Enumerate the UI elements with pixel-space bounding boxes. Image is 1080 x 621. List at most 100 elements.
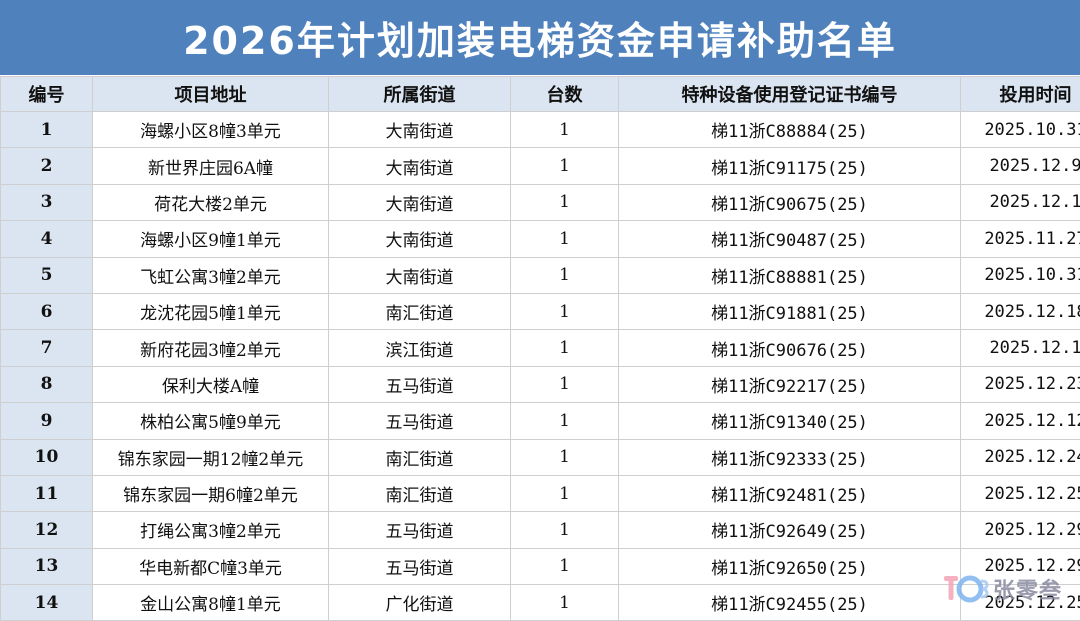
unit-count-cell: 1	[511, 112, 619, 148]
certificate-number-cell: 梯11浙C88881(25)	[619, 257, 961, 293]
certificate-number-cell: 梯11浙C92481(25)	[619, 475, 961, 511]
commission-date-cell: 2025.12.9	[961, 148, 1080, 184]
column-header-certificate: 特种设备使用登记证书编号	[619, 77, 961, 112]
column-header-units: 台数	[511, 77, 619, 112]
table-row: 1海螺小区8幢3单元大南街道1梯11浙C88884(25)2025.10.31	[1, 112, 1080, 148]
row-number-cell: 12	[1, 512, 93, 548]
project-address-cell: 龙沈花园5幢1单元	[93, 293, 329, 329]
certificate-number-cell: 梯11浙C92650(25)	[619, 548, 961, 584]
street-cell: 南汇街道	[329, 439, 511, 475]
commission-date-cell: 2025.11.27	[961, 221, 1080, 257]
certificate-number-cell: 梯11浙C92217(25)	[619, 366, 961, 402]
table-row: 11锦东家园一期6幢2单元南汇街道1梯11浙C92481(25)2025.12.…	[1, 475, 1080, 511]
project-address-cell: 海螺小区8幢3单元	[93, 112, 329, 148]
row-number-cell: 13	[1, 548, 93, 584]
street-cell: 大南街道	[329, 184, 511, 220]
street-cell: 南汇街道	[329, 475, 511, 511]
street-cell: 五马街道	[329, 366, 511, 402]
row-number-cell: 3	[1, 184, 93, 220]
project-address-cell: 荷花大楼2单元	[93, 184, 329, 220]
commission-date-cell: 2025.12.1	[961, 330, 1080, 366]
street-cell: 五马街道	[329, 403, 511, 439]
page-title-bar: 2026年计划加装电梯资金申请补助名单	[0, 0, 1080, 75]
table-row: 10锦东家园一期12幢2单元南汇街道1梯11浙C92333(25)2025.12…	[1, 439, 1080, 475]
certificate-number-cell: 梯11浙C92649(25)	[619, 512, 961, 548]
project-address-cell: 保利大楼A幢	[93, 366, 329, 402]
project-address-cell: 打绳公寓3幢2单元	[93, 512, 329, 548]
unit-count-cell: 1	[511, 257, 619, 293]
certificate-number-cell: 梯11浙C90676(25)	[619, 330, 961, 366]
table-row: 4海螺小区9幢1单元大南街道1梯11浙C90487(25)2025.11.27	[1, 221, 1080, 257]
unit-count-cell: 1	[511, 330, 619, 366]
page-title: 2026年计划加装电梯资金申请补助名单	[183, 10, 897, 65]
table-row: 5飞虹公寓3幢2单元大南街道1梯11浙C88881(25)2025.10.31	[1, 257, 1080, 293]
street-cell: 五马街道	[329, 512, 511, 548]
project-address-cell: 飞虹公寓3幢2单元	[93, 257, 329, 293]
commission-date-cell: 2025.12.29	[961, 548, 1080, 584]
table-row: 3荷花大楼2单元大南街道1梯11浙C90675(25)2025.12.1	[1, 184, 1080, 220]
unit-count-cell: 1	[511, 293, 619, 329]
column-header-number: 编号	[1, 77, 93, 112]
street-cell: 五马街道	[329, 548, 511, 584]
row-number-cell: 2	[1, 148, 93, 184]
street-cell: 大南街道	[329, 221, 511, 257]
commission-date-cell: 2025.12.23	[961, 366, 1080, 402]
unit-count-cell: 1	[511, 403, 619, 439]
table-header-row: 编号 项目地址 所属街道 台数 特种设备使用登记证书编号 投用时间	[1, 77, 1080, 112]
unit-count-cell: 1	[511, 585, 619, 621]
street-cell: 南汇街道	[329, 293, 511, 329]
table-row: 6龙沈花园5幢1单元南汇街道1梯11浙C91881(25)2025.12.18	[1, 293, 1080, 329]
certificate-number-cell: 梯11浙C90487(25)	[619, 221, 961, 257]
subsidy-table: 编号 项目地址 所属街道 台数 特种设备使用登记证书编号 投用时间 1海螺小区8…	[0, 76, 1080, 621]
unit-count-cell: 1	[511, 548, 619, 584]
certificate-number-cell: 梯11浙C92333(25)	[619, 439, 961, 475]
table-row: 2新世界庄园6A幢大南街道1梯11浙C91175(25)2025.12.9	[1, 148, 1080, 184]
project-address-cell: 华电新都C幢3单元	[93, 548, 329, 584]
row-number-cell: 14	[1, 585, 93, 621]
certificate-number-cell: 梯11浙C92455(25)	[619, 585, 961, 621]
street-cell: 大南街道	[329, 257, 511, 293]
table-row: 9株柏公寓5幢9单元五马街道1梯11浙C91340(25)2025.12.12	[1, 403, 1080, 439]
row-number-cell: 4	[1, 221, 93, 257]
row-number-cell: 1	[1, 112, 93, 148]
unit-count-cell: 1	[511, 148, 619, 184]
table-row: 13华电新都C幢3单元五马街道1梯11浙C92650(25)2025.12.29	[1, 548, 1080, 584]
commission-date-cell: 2025.12.25	[961, 475, 1080, 511]
table-row: 7新府花园3幢2单元滨江街道1梯11浙C90676(25)2025.12.1	[1, 330, 1080, 366]
column-header-address: 项目地址	[93, 77, 329, 112]
table-row: 14金山公寓8幢1单元广化街道1梯11浙C92455(25)2025.12.25	[1, 585, 1080, 621]
certificate-number-cell: 梯11浙C88884(25)	[619, 112, 961, 148]
unit-count-cell: 1	[511, 366, 619, 402]
street-cell: 广化街道	[329, 585, 511, 621]
unit-count-cell: 1	[511, 512, 619, 548]
certificate-number-cell: 梯11浙C91340(25)	[619, 403, 961, 439]
column-header-date: 投用时间	[961, 77, 1080, 112]
certificate-number-cell: 梯11浙C91881(25)	[619, 293, 961, 329]
certificate-number-cell: 梯11浙C90675(25)	[619, 184, 961, 220]
commission-date-cell: 2025.12.29	[961, 512, 1080, 548]
street-cell: 大南街道	[329, 148, 511, 184]
row-number-cell: 9	[1, 403, 93, 439]
row-number-cell: 6	[1, 293, 93, 329]
row-number-cell: 11	[1, 475, 93, 511]
unit-count-cell: 1	[511, 439, 619, 475]
project-address-cell: 新府花园3幢2单元	[93, 330, 329, 366]
unit-count-cell: 1	[511, 475, 619, 511]
street-cell: 滨江街道	[329, 330, 511, 366]
row-number-cell: 8	[1, 366, 93, 402]
commission-date-cell: 2025.10.31	[961, 257, 1080, 293]
commission-date-cell: 2025.12.18	[961, 293, 1080, 329]
row-number-cell: 10	[1, 439, 93, 475]
certificate-number-cell: 梯11浙C91175(25)	[619, 148, 961, 184]
table-row: 12打绳公寓3幢2单元五马街道1梯11浙C92649(25)2025.12.29	[1, 512, 1080, 548]
column-header-street: 所属街道	[329, 77, 511, 112]
row-number-cell: 7	[1, 330, 93, 366]
project-address-cell: 株柏公寓5幢9单元	[93, 403, 329, 439]
commission-date-cell: 2025.10.31	[961, 112, 1080, 148]
table-row: 8保利大楼A幢五马街道1梯11浙C92217(25)2025.12.23	[1, 366, 1080, 402]
commission-date-cell: 2025.12.25	[961, 585, 1080, 621]
project-address-cell: 锦东家园一期12幢2单元	[93, 439, 329, 475]
commission-date-cell: 2025.12.1	[961, 184, 1080, 220]
project-address-cell: 新世界庄园6A幢	[93, 148, 329, 184]
project-address-cell: 锦东家园一期6幢2单元	[93, 475, 329, 511]
